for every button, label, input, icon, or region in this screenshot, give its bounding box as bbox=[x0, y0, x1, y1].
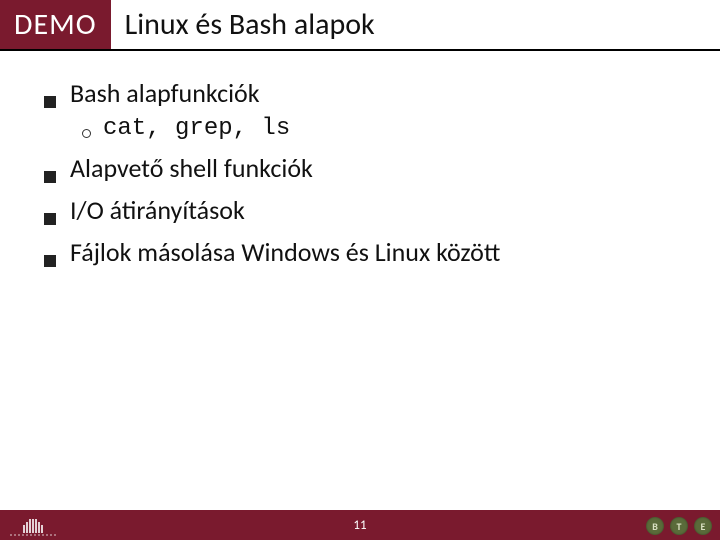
demo-badge: DEMO bbox=[0, 0, 111, 49]
list-item: Bash alapfunkciók cat, grep, ls bbox=[44, 77, 692, 142]
badge-icon: E bbox=[694, 517, 712, 535]
square-bullet-icon bbox=[44, 171, 56, 183]
bullet-text: Bash alapfunkciók bbox=[70, 77, 260, 109]
badge-icon: B bbox=[646, 517, 664, 535]
page-number: 11 bbox=[353, 518, 366, 533]
university-logo-icon bbox=[6, 519, 60, 536]
bullet-text: Fájlok másolása Windows és Linux között bbox=[70, 236, 500, 268]
list-item: Fájlok másolása Windows és Linux között bbox=[44, 236, 692, 268]
header: DEMO Linux és Bash alapok bbox=[0, 0, 720, 51]
bullet-text: I/O átirányítások bbox=[70, 194, 245, 226]
list-item: I/O átirányítások bbox=[44, 194, 692, 226]
slide-body: Bash alapfunkciók cat, grep, ls Alapvető… bbox=[0, 51, 720, 510]
slide-title: Linux és Bash alapok bbox=[111, 0, 375, 49]
badge-icon: T bbox=[670, 517, 688, 535]
circle-bullet-icon bbox=[82, 129, 91, 138]
footer-badges: B T E bbox=[646, 517, 712, 535]
list-item: Alapvető shell funkciók bbox=[44, 152, 692, 184]
square-bullet-icon bbox=[44, 255, 56, 267]
footer-bar: 11 B T E bbox=[0, 510, 720, 540]
bullet-list: Bash alapfunkciók cat, grep, ls Alapvető… bbox=[44, 77, 692, 268]
bullet-text: Alapvető shell funkciók bbox=[70, 152, 313, 184]
square-bullet-icon bbox=[44, 96, 56, 108]
square-bullet-icon bbox=[44, 213, 56, 225]
sub-bullet-text: cat, grep, ls bbox=[103, 115, 290, 142]
sub-list-item: cat, grep, ls bbox=[82, 115, 692, 142]
slide: DEMO Linux és Bash alapok Bash alapfunkc… bbox=[0, 0, 720, 540]
sub-list: cat, grep, ls bbox=[82, 115, 692, 142]
